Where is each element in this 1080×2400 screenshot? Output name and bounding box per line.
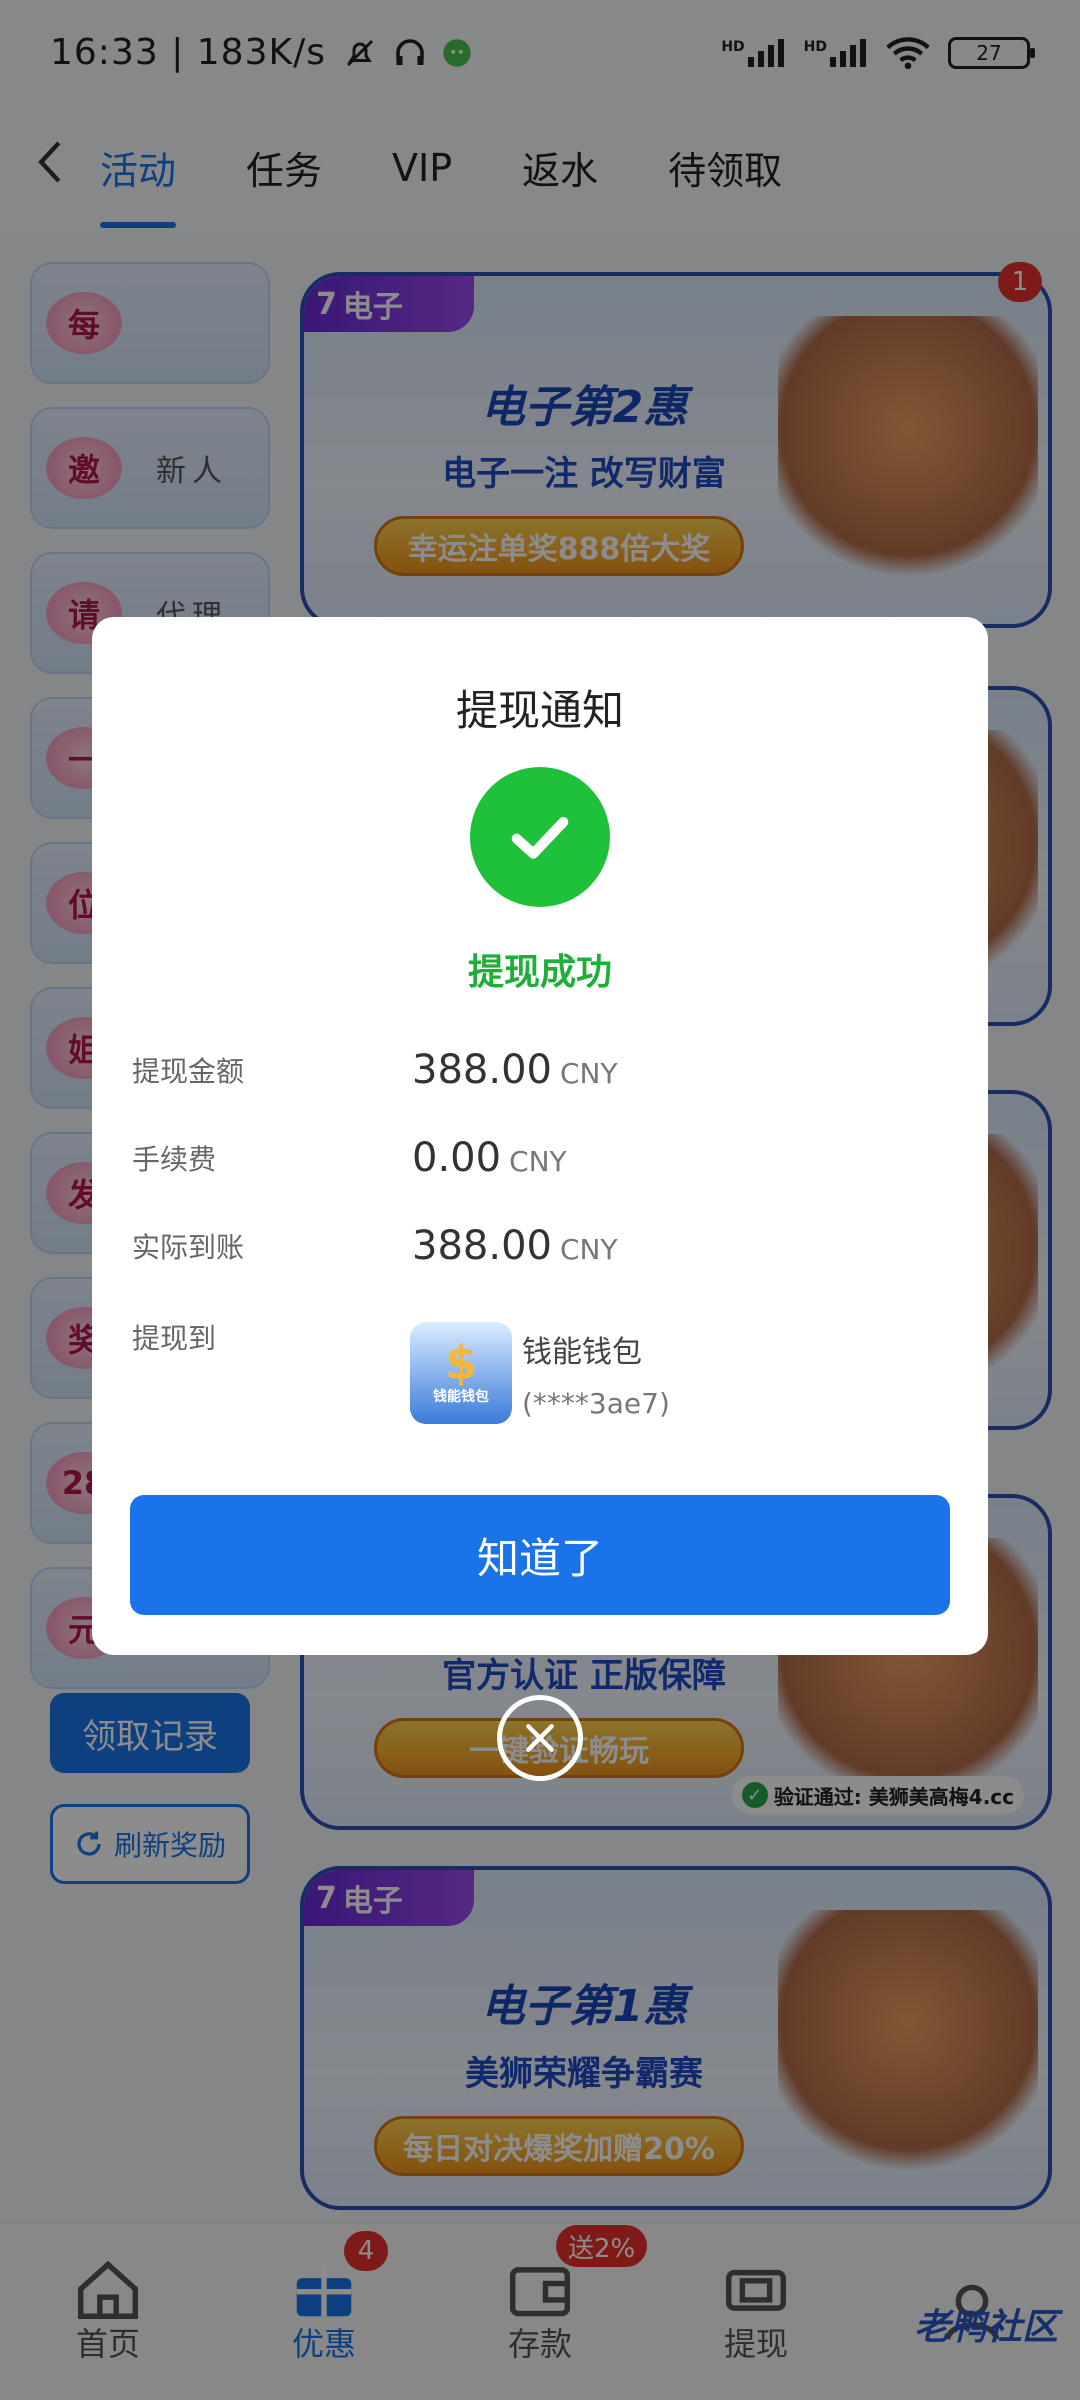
row-amount: 0.00	[412, 1135, 502, 1181]
dollar-icon: $	[444, 1336, 477, 1390]
row-label: 提现到	[132, 1322, 217, 1355]
confirm-button[interactable]: 知道了	[130, 1495, 950, 1615]
dialog-title: 提现通知	[455, 686, 624, 735]
row-withdraw-amount: 提现金额 388.00 CNY	[132, 1047, 952, 1093]
withdraw-notice-dialog: 提现通知 提现成功 提现金额 388.00 CNY 手续费 0.00 CNY 实…	[92, 617, 988, 1655]
row-currency: CNY	[559, 1232, 618, 1266]
success-check-icon	[470, 767, 610, 907]
wallet-logo: $ 钱能钱包	[410, 1322, 512, 1424]
wallet-name: 钱能钱包	[522, 1335, 642, 1370]
close-icon	[526, 1724, 554, 1752]
row-amount: 388.00	[412, 1047, 552, 1093]
close-dialog-button[interactable]	[497, 1695, 583, 1781]
withdraw-status: 提现成功	[467, 952, 612, 993]
row-currency: CNY	[509, 1144, 567, 1178]
row-fee: 手续费 0.00 CNY	[132, 1135, 952, 1181]
row-label: 实际到账	[132, 1231, 245, 1264]
row-amount: 388.00	[412, 1223, 552, 1269]
row-currency: CNY	[559, 1056, 618, 1090]
row-actual-received: 实际到账 388.00 CNY	[132, 1223, 952, 1269]
wallet-account: (****3ae7)	[522, 1387, 670, 1420]
row-label: 提现金额	[132, 1055, 245, 1088]
row-label: 手续费	[132, 1143, 217, 1176]
